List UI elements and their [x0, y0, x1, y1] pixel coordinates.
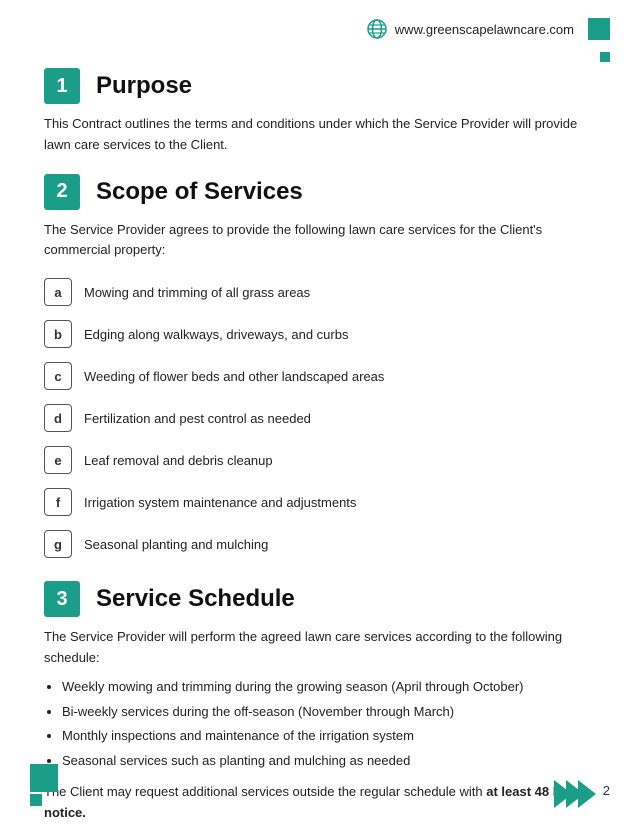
- header-accent-small-square: [600, 52, 610, 62]
- section-3-title: Service Schedule: [96, 585, 295, 613]
- service-item: d Fertilization and pest control as need…: [44, 399, 596, 437]
- service-letter: c: [44, 362, 72, 390]
- globe-icon: [367, 19, 387, 39]
- service-letter: b: [44, 320, 72, 348]
- section-schedule: 3 Service Schedule The Service Provider …: [0, 581, 640, 823]
- page-number: 2: [603, 783, 610, 798]
- section-1-number: 1: [44, 68, 80, 104]
- website-text: www.greenscapelawncare.com: [395, 22, 574, 37]
- service-list: a Mowing and trimming of all grass areas…: [44, 273, 596, 563]
- chevron-3-icon: [578, 780, 596, 808]
- schedule-bullet-item: Weekly mowing and trimming during the gr…: [62, 677, 596, 698]
- section-scope: 2 Scope of Services The Service Provider…: [0, 174, 640, 564]
- service-letter: g: [44, 530, 72, 558]
- section-3-intro: The Service Provider will perform the ag…: [44, 627, 596, 669]
- service-item: g Seasonal planting and mulching: [44, 525, 596, 563]
- service-text: Irrigation system maintenance and adjust…: [84, 495, 356, 510]
- service-text: Mowing and trimming of all grass areas: [84, 285, 310, 300]
- footer-arrows: [560, 780, 596, 808]
- service-item: f Irrigation system maintenance and adju…: [44, 483, 596, 521]
- schedule-bullet-item: Seasonal services such as planting and m…: [62, 751, 596, 772]
- section-1-body: This Contract outlines the terms and con…: [44, 114, 596, 156]
- schedule-bullet-item: Monthly inspections and maintenance of t…: [62, 726, 596, 747]
- header-accent-square: [588, 18, 610, 40]
- service-text: Weeding of flower beds and other landsca…: [84, 369, 384, 384]
- section-purpose: 1 Purpose This Contract outlines the ter…: [0, 68, 640, 156]
- section-2-intro: The Service Provider agrees to provide t…: [44, 220, 596, 262]
- service-text: Leaf removal and debris cleanup: [84, 453, 273, 468]
- service-item: e Leaf removal and debris cleanup: [44, 441, 596, 479]
- service-text: Seasonal planting and mulching: [84, 537, 268, 552]
- schedule-bullet-list: Weekly mowing and trimming during the gr…: [62, 677, 596, 772]
- header-website-container: www.greenscapelawncare.com: [367, 19, 574, 39]
- header: www.greenscapelawncare.com: [0, 0, 640, 50]
- section-2-title: Scope of Services: [96, 178, 303, 206]
- section-1-header: 1 Purpose: [44, 68, 596, 104]
- page-wrapper: www.greenscapelawncare.com 1 Purpose Thi…: [0, 0, 640, 828]
- notice-text: The Client may request additional servic…: [44, 782, 596, 824]
- section-2-number: 2: [44, 174, 80, 210]
- footer-accent-square: [30, 764, 58, 792]
- service-letter: f: [44, 488, 72, 516]
- service-letter: d: [44, 404, 72, 432]
- service-text: Edging along walkways, driveways, and cu…: [84, 327, 348, 342]
- service-letter: a: [44, 278, 72, 306]
- service-item: b Edging along walkways, driveways, and …: [44, 315, 596, 353]
- section-1-title: Purpose: [96, 72, 192, 100]
- service-text: Fertilization and pest control as needed: [84, 411, 311, 426]
- section-3-number: 3: [44, 581, 80, 617]
- footer-accent-small: [30, 794, 42, 806]
- section-3-header: 3 Service Schedule: [44, 581, 596, 617]
- notice-text-normal: The Client may request additional servic…: [44, 784, 486, 799]
- section-2-header: 2 Scope of Services: [44, 174, 596, 210]
- service-item: c Weeding of flower beds and other lands…: [44, 357, 596, 395]
- service-letter: e: [44, 446, 72, 474]
- service-item: a Mowing and trimming of all grass areas: [44, 273, 596, 311]
- schedule-bullet-item: Bi-weekly services during the off-season…: [62, 702, 596, 723]
